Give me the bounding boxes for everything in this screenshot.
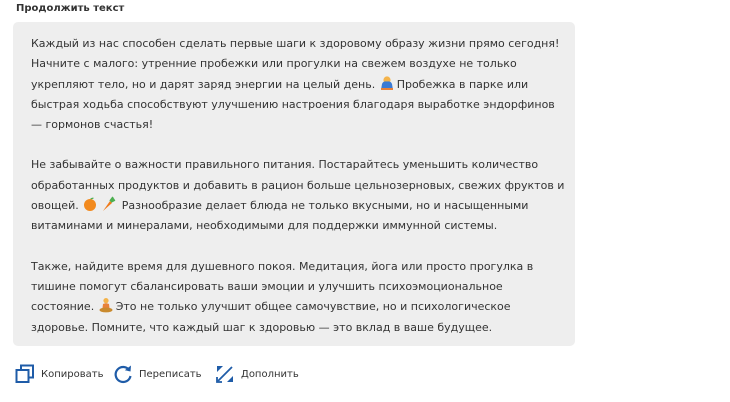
runner-emoji [379,75,395,91]
copy-icon [15,364,34,383]
refresh-icon [114,365,132,384]
paragraph-3: Также, найдите время для душевного покоя… [31,257,565,338]
copy-label: Копировать [41,368,104,380]
orange-emoji [82,196,98,212]
extend-button[interactable]: Дополнить [214,363,299,385]
section-title: Продолжить текст [16,3,125,14]
rewrite-label: Переписать [139,368,202,380]
generated-text-bubble: Каждый из нас способен сделать первые ша… [13,22,575,346]
copy-button[interactable]: Копировать [14,363,103,385]
rewrite-button[interactable]: Переписать [112,363,202,385]
expand-icon [216,366,233,383]
paragraph-1: Каждый из нас способен сделать первые ша… [31,34,565,135]
meditation-emoji [98,297,114,313]
carrot-emoji [100,196,116,212]
extend-label: Дополнить [241,368,299,380]
paragraph-2: Не забывайте о важности правильного пита… [31,155,565,236]
